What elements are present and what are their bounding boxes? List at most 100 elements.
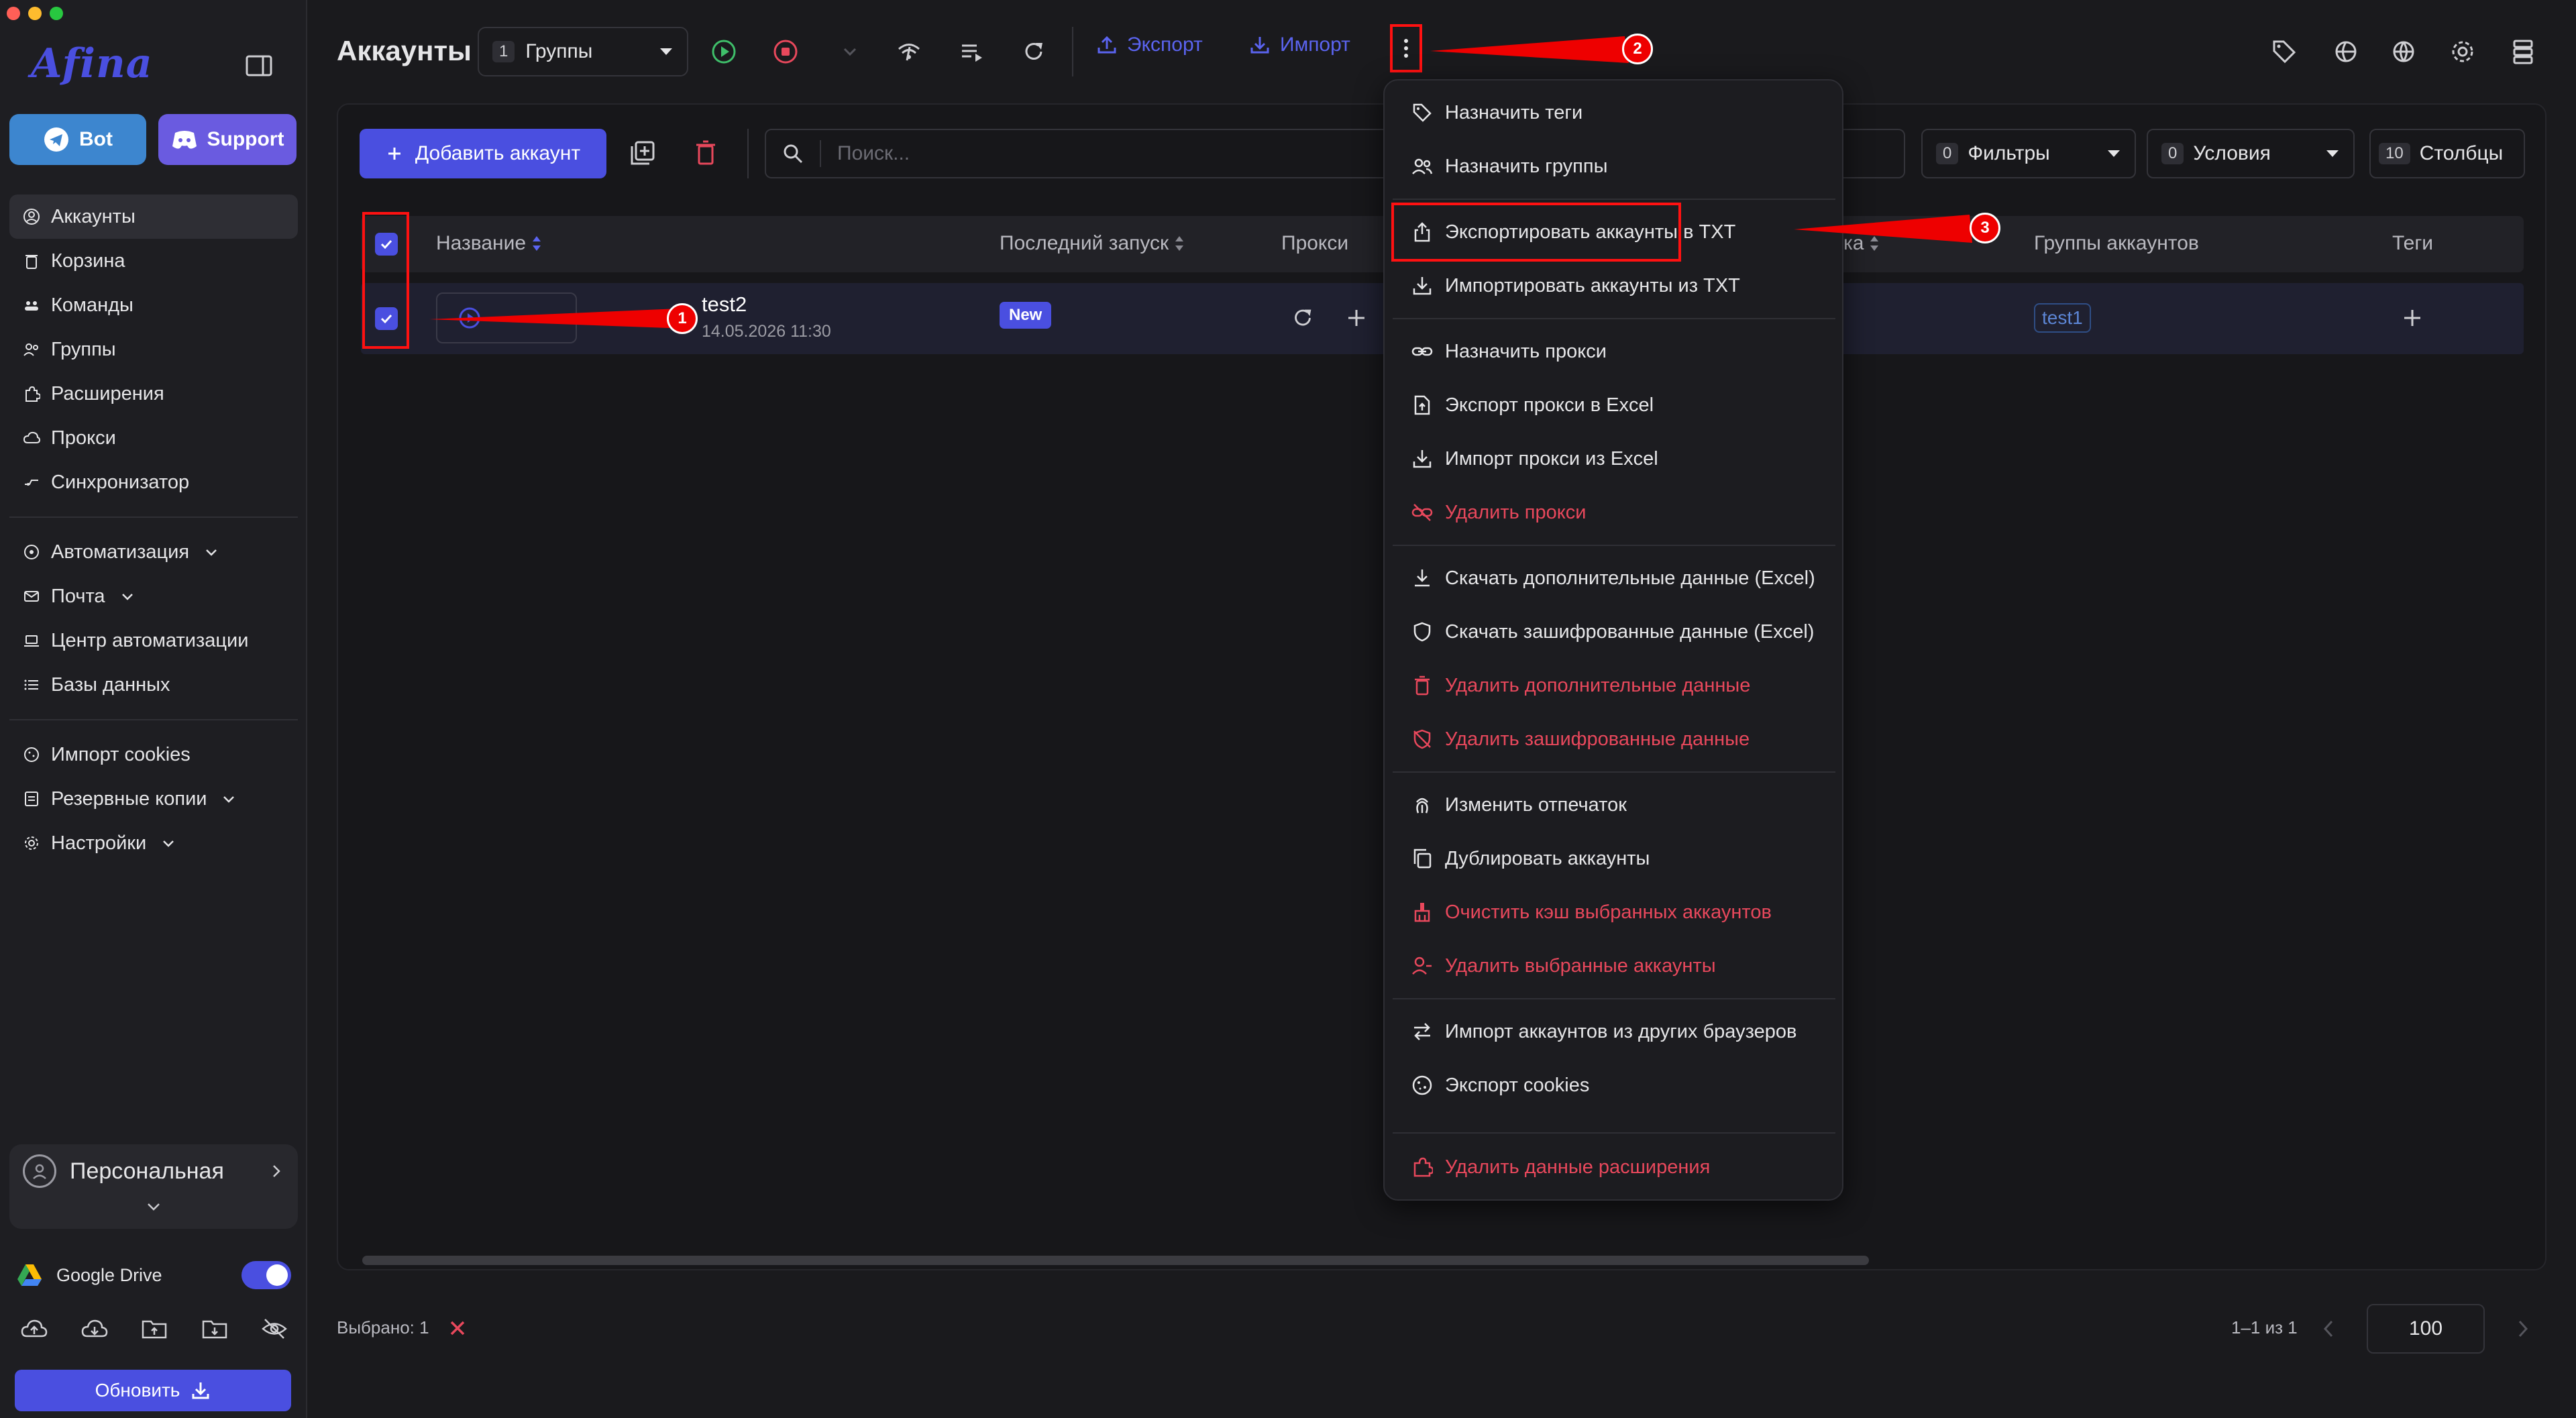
selection-info: Выбрано: 1 [337,1317,467,1338]
plus-icon[interactable] [2400,306,2424,330]
close-icon[interactable] [448,1319,467,1338]
menu-item-download-extra-data[interactable]: Скачать дополнительные данные (Excel) [1411,558,1815,598]
google-drive-toggle[interactable] [241,1261,291,1289]
google-drive-label: Google Drive [56,1264,162,1285]
layout-icon[interactable] [2509,38,2537,66]
status-badge: New [1000,302,1052,329]
sidebar-item-teams[interactable]: Команды [9,283,298,327]
menu-item-export-cookies[interactable]: Экспорт cookies [1411,1065,1589,1105]
support-button[interactable]: Support [158,114,297,165]
menu-item-assign-tags[interactable]: Назначить теги [1411,93,1582,133]
menu-item-download-encrypted-data[interactable]: Скачать зашифрованные данные (Excel) [1411,612,1814,652]
sidebar-item-label: Автоматизация [51,541,190,563]
cloud-upload-icon[interactable] [20,1315,48,1343]
sidebar-item-label: Импорт cookies [51,743,191,765]
sidebar-item-accounts[interactable]: Аккаунты [9,195,298,239]
minimize-window-button[interactable] [28,7,42,20]
menu-item-label: Скачать дополнительные данные (Excel) [1445,567,1815,589]
menu-item-assign-groups[interactable]: Назначить группы [1411,146,1607,186]
eye-off-icon[interactable] [260,1315,288,1343]
menu-item-delete-extra-data[interactable]: Удалить дополнительные данные [1411,665,1750,706]
sidebar-item-databases[interactable]: Базы данных [9,663,298,707]
search-placeholder: Поиск... [837,142,910,164]
group-tag[interactable]: test1 [2034,303,2091,333]
menu-item-change-fingerprint[interactable]: Изменить отпечаток [1411,785,1627,825]
chevron-down-icon[interactable] [836,38,864,66]
chevron-left-icon[interactable] [2321,1319,2337,1339]
menu-item-label: Импортировать аккаунты из TXT [1445,274,1740,296]
menu-item-import-from-browsers[interactable]: Импорт аккаунтов из других браузеров [1411,1012,1796,1052]
menu-item-import-accounts-txt[interactable]: Импортировать аккаунты из TXT [1411,266,1740,306]
sidebar-collapse-icon[interactable] [246,55,272,76]
menu-item-delete-encrypted-data[interactable]: Удалить зашифрованные данные [1411,719,1750,759]
play-icon[interactable] [710,38,738,66]
sidebar-item-settings[interactable]: Настройки [9,821,298,865]
chevron-down-icon[interactable] [145,1198,162,1215]
menu-item-delete-proxy[interactable]: Удалить прокси [1411,492,1586,533]
sidebar-item-backups[interactable]: Резервные копии [9,777,298,821]
trash-icon[interactable] [694,140,718,166]
menu-divider [1393,998,1835,999]
menu-item-delete-accounts[interactable]: Удалить выбранные аккаунты [1411,946,1716,986]
sidebar-item-automation[interactable]: Автоматизация [9,530,298,574]
export-button[interactable]: Экспорт [1096,34,1203,56]
sidebar-item-synchronizer[interactable]: Синхронизатор [9,460,298,504]
chevron-right-icon[interactable] [2514,1319,2530,1339]
launch-button[interactable] [436,292,577,343]
filters-select[interactable]: 0 Фильтры [1921,129,2136,178]
plus-icon[interactable] [1344,306,1368,330]
workspace-name: Персональная [70,1158,224,1184]
refresh-icon[interactable] [1289,305,1316,331]
annotation-highlight-export-txt [1391,203,1681,262]
group-select[interactable]: 1 Группы [478,27,688,76]
tag-icon[interactable] [2270,38,2298,66]
folder-upload-icon[interactable] [140,1315,168,1343]
column-proxy-header[interactable]: Прокси [1281,232,1348,255]
menu-item-delete-extension-data[interactable]: Удалить данные расширения [1411,1147,1710,1187]
gear-icon[interactable] [2449,38,2477,66]
column-name-header[interactable]: Название [436,232,542,255]
menu-item-export-proxy-excel[interactable]: Экспорт прокси в Excel [1411,385,1654,425]
sidebar-item-trash[interactable]: Корзина [9,239,298,283]
menu-item-clear-cache[interactable]: Очистить кэш выбранных аккаунтов [1411,892,1772,932]
sidebar-item-extensions[interactable]: Расширения [9,372,298,416]
menu-item-assign-proxy[interactable]: Назначить прокси [1411,331,1607,372]
bot-button[interactable]: Bot [9,114,146,165]
sidebar-item-groups[interactable]: Группы [9,327,298,372]
stop-icon[interactable] [771,38,800,66]
sidebar-item-proxy[interactable]: Прокси [9,416,298,460]
globe-lock-icon[interactable] [2332,38,2360,66]
sort-icon [1870,236,1879,251]
workspace-switcher[interactable]: Персональная [9,1144,298,1229]
annotation-marker-2: 2 [1622,34,1653,64]
globe-icon[interactable] [2390,38,2418,66]
conditions-select[interactable]: 0 Условия [2147,129,2355,178]
folder-download-icon[interactable] [201,1315,229,1343]
more-actions-button[interactable] [1390,24,1422,72]
playlist-icon[interactable] [958,38,986,66]
menu-item-import-proxy-excel[interactable]: Импорт прокси из Excel [1411,439,1658,479]
import-button[interactable]: Импорт [1249,34,1350,56]
page-size-select[interactable]: 100 [2367,1304,2485,1354]
column-last-launch-header[interactable]: Последний запуск [1000,232,1185,255]
sidebar-item-mail[interactable]: Почта [9,574,298,618]
add-multiple-icon[interactable] [629,140,656,166]
sort-icon [533,236,541,251]
column-partial-header[interactable]: ка [1843,232,1880,255]
update-button[interactable]: Обновить [15,1370,291,1411]
sidebar-item-automation-center[interactable]: Центр автоматизации [9,618,298,663]
wifi-off-icon[interactable] [895,38,923,66]
menu-item-duplicate-accounts[interactable]: Дублировать аккаунты [1411,838,1650,879]
close-window-button[interactable] [7,7,20,20]
menu-item-label: Удалить зашифрованные данные [1445,728,1750,750]
search-input[interactable]: Поиск... [765,129,1436,178]
horizontal-scrollbar[interactable] [362,1256,1869,1265]
maximize-window-button[interactable] [50,7,63,20]
columns-button[interactable]: 10 Столбцы [2369,129,2525,178]
cloud-download-icon[interactable] [80,1315,109,1343]
sidebar-item-import-cookies[interactable]: Импорт cookies [9,732,298,777]
account-date: 14.05.2026 11:30 [702,322,831,341]
trash-icon [25,255,38,269]
refresh-icon[interactable] [1020,38,1048,66]
add-account-button[interactable]: Добавить аккаунт [360,129,606,178]
